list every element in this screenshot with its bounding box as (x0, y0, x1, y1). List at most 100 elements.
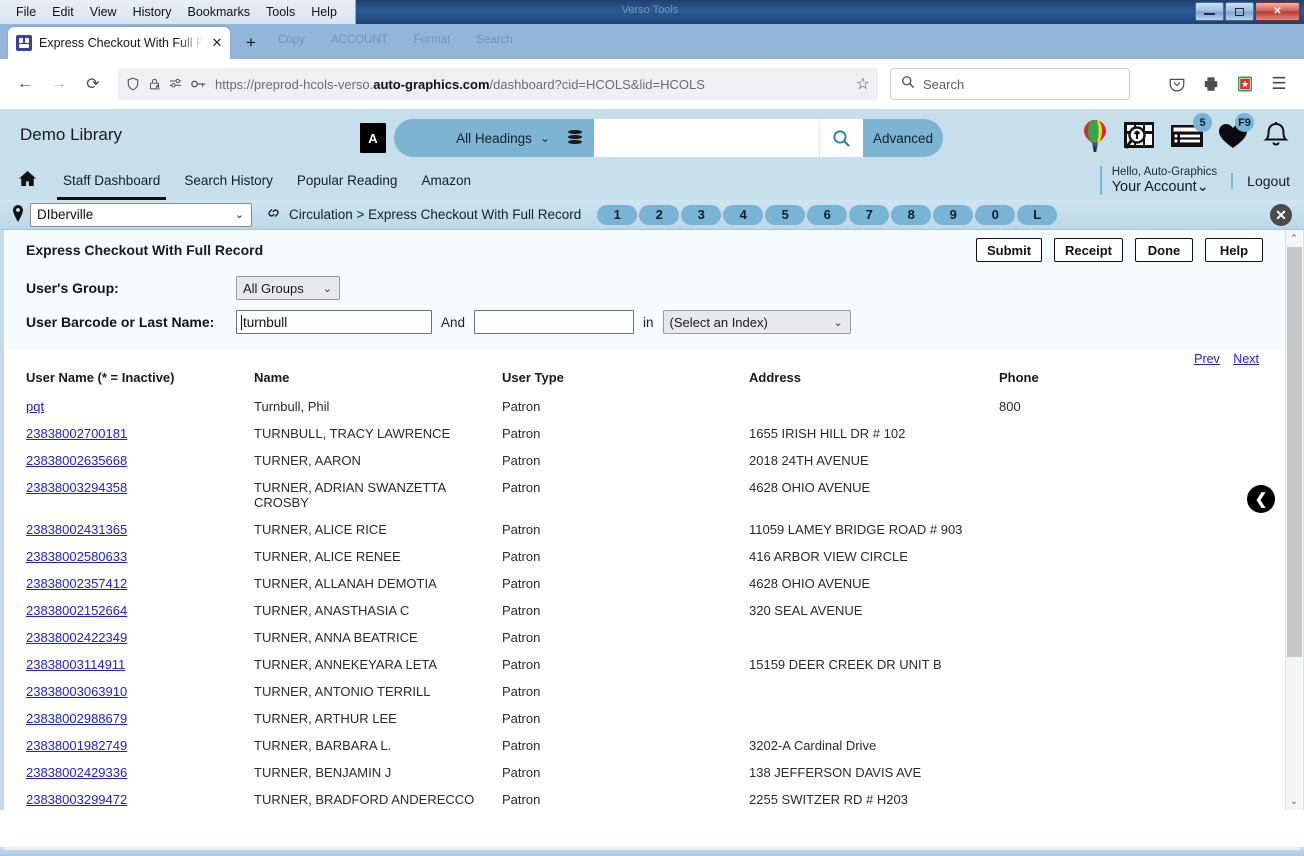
chain-link-icon[interactable] (266, 206, 281, 223)
barcode-input[interactable]: turnbull (236, 310, 432, 334)
breadcrumb[interactable]: Circulation > Express Checkout With Full… (289, 207, 581, 222)
heart-icon[interactable]: F9 (1218, 113, 1254, 157)
close-icon[interactable]: ✕ (1270, 204, 1292, 226)
close-tab-icon[interactable]: ✕ (210, 35, 224, 51)
print-icon[interactable] (1196, 69, 1226, 99)
location-select[interactable]: DIberville ⌄ (30, 202, 252, 227)
menu-view[interactable]: View (82, 2, 125, 22)
username-link[interactable]: 23838002988679 (26, 711, 127, 726)
collapse-panel-icon[interactable]: ❮ (1247, 485, 1275, 513)
pill-6[interactable]: 6 (807, 204, 848, 225)
username-link[interactable]: 23838002431365 (26, 522, 127, 537)
page-scrollbar[interactable]: ⌃ ⌄ (1285, 230, 1302, 810)
pill-5[interactable]: 5 (765, 204, 806, 225)
menu-bookmarks[interactable]: Bookmarks (179, 2, 258, 22)
prev-link[interactable]: Prev (1194, 352, 1220, 366)
pill-l[interactable]: L (1017, 204, 1058, 225)
cell-username: 23838002152664 (4, 597, 254, 624)
pill-1[interactable]: 1 (597, 204, 638, 225)
shield-icon[interactable] (126, 77, 140, 91)
menu-file[interactable]: File (8, 2, 44, 22)
username-link[interactable]: 23838002357412 (26, 576, 127, 591)
database-icon[interactable] (568, 130, 582, 146)
username-link[interactable]: 23838003063910 (26, 684, 127, 699)
help-button[interactable]: Help (1205, 238, 1263, 262)
maximize-button[interactable] (1225, 2, 1254, 21)
bookmark-star-icon[interactable]: ☆ (856, 74, 870, 94)
key-icon[interactable] (191, 78, 207, 90)
browser-tab-active[interactable]: Express Checkout With Full Reco ✕ (8, 27, 230, 59)
col-username: User Name (* = Inactive) (26, 370, 175, 385)
pill-9[interactable]: 9 (933, 204, 974, 225)
menu-edit[interactable]: Edit (44, 2, 82, 22)
forward-icon[interactable]: → (44, 69, 74, 99)
pill-7[interactable]: 7 (849, 204, 890, 225)
username-link[interactable]: 23838003299472 (26, 792, 127, 807)
bell-icon[interactable] (1262, 115, 1290, 157)
username-link[interactable]: 23838002700181 (26, 426, 127, 441)
lock-warning-icon[interactable] (148, 77, 161, 91)
table-row: 23838003299472 TURNER, BRADFORD ANDERECCO… (4, 786, 1285, 810)
browser-menu-icon[interactable]: ☰ (1264, 69, 1294, 99)
username-link[interactable]: 23838003294358 (26, 480, 127, 495)
search-inside-icon[interactable] (1122, 115, 1156, 157)
url-text[interactable]: https://preprod-hcols-verso.auto-graphic… (215, 77, 848, 92)
search-submit-icon[interactable] (819, 119, 863, 157)
back-icon[interactable]: ← (10, 69, 40, 99)
search-scope-select[interactable]: All Headings ⌄ (394, 119, 594, 157)
list-card-icon[interactable]: 5 (1170, 113, 1212, 157)
pill-4[interactable]: 4 (723, 204, 764, 225)
scrollbar-thumb[interactable] (1286, 247, 1302, 657)
new-tab-button[interactable]: + (240, 33, 262, 55)
pocket-icon[interactable] (1162, 69, 1192, 99)
close-window-button[interactable]: ✕ (1255, 2, 1300, 21)
menu-help[interactable]: Help (303, 2, 345, 22)
nav-amazon[interactable]: Amazon (409, 161, 483, 200)
nav-search-history[interactable]: Search History (172, 161, 285, 200)
pill-0[interactable]: 0 (975, 204, 1016, 225)
adblock-icon[interactable] (1230, 69, 1260, 99)
scroll-up-arrow[interactable]: ⌃ (1286, 230, 1303, 247)
menu-tools[interactable]: Tools (258, 2, 303, 22)
nav-staff-dashboard[interactable]: Staff Dashboard (51, 161, 172, 200)
cell-usertype: Patron (502, 522, 541, 537)
username-link[interactable]: 23838002429336 (26, 765, 127, 780)
username-link[interactable]: pqt (26, 399, 44, 414)
home-icon[interactable] (18, 170, 37, 192)
cell-username: 23838003294358 (4, 474, 254, 516)
scrollbar-track[interactable] (1286, 247, 1303, 793)
secondary-input[interactable] (474, 310, 635, 334)
submit-button[interactable]: Submit (975, 238, 1043, 262)
username-link[interactable]: 23838002635668 (26, 453, 127, 468)
index-select[interactable]: (Select an Index) ⌄ (662, 310, 851, 334)
username-link[interactable]: 23838003114911 (26, 657, 125, 672)
your-account-menu[interactable]: Hello, Auto-Graphics Your Account⌄ (1099, 165, 1217, 196)
balloon-icon[interactable] (1082, 115, 1108, 157)
logout-link[interactable]: Logout (1231, 172, 1290, 189)
reload-icon[interactable]: ⟳ (78, 69, 108, 99)
menu-history[interactable]: History (125, 2, 180, 22)
cell-phone (999, 447, 1285, 474)
advanced-search-button[interactable]: Advanced (863, 119, 943, 157)
username-link[interactable]: 23838002422349 (26, 630, 127, 645)
done-button[interactable]: Done (1135, 238, 1193, 262)
address-bar[interactable]: https://preprod-hcols-verso.auto-graphic… (118, 68, 878, 100)
permissions-icon[interactable] (169, 78, 183, 90)
username-link[interactable]: 23838001982749 (26, 738, 127, 753)
browser-search-box[interactable]: Search (890, 68, 1130, 100)
pill-3[interactable]: 3 (681, 204, 722, 225)
quick-pill-group: 1 2 3 4 5 6 7 8 9 0 L (597, 204, 1058, 225)
receipt-button[interactable]: Receipt (1054, 238, 1123, 262)
pill-2[interactable]: 2 (639, 204, 680, 225)
translate-icon[interactable]: A (360, 123, 386, 153)
minimize-button[interactable] (1195, 2, 1224, 21)
username-link[interactable]: 23838002580633 (26, 549, 127, 564)
nav-popular-reading[interactable]: Popular Reading (285, 161, 410, 200)
search-input[interactable] (594, 119, 819, 157)
ghost-tab-1: ACCOUNT (330, 34, 388, 46)
users-group-select[interactable]: All Groups ⌄ (236, 276, 340, 300)
next-link[interactable]: Next (1233, 352, 1259, 366)
scroll-down-arrow[interactable]: ⌄ (1286, 793, 1303, 810)
username-link[interactable]: 23838002152664 (26, 603, 127, 618)
pill-8[interactable]: 8 (891, 204, 932, 225)
